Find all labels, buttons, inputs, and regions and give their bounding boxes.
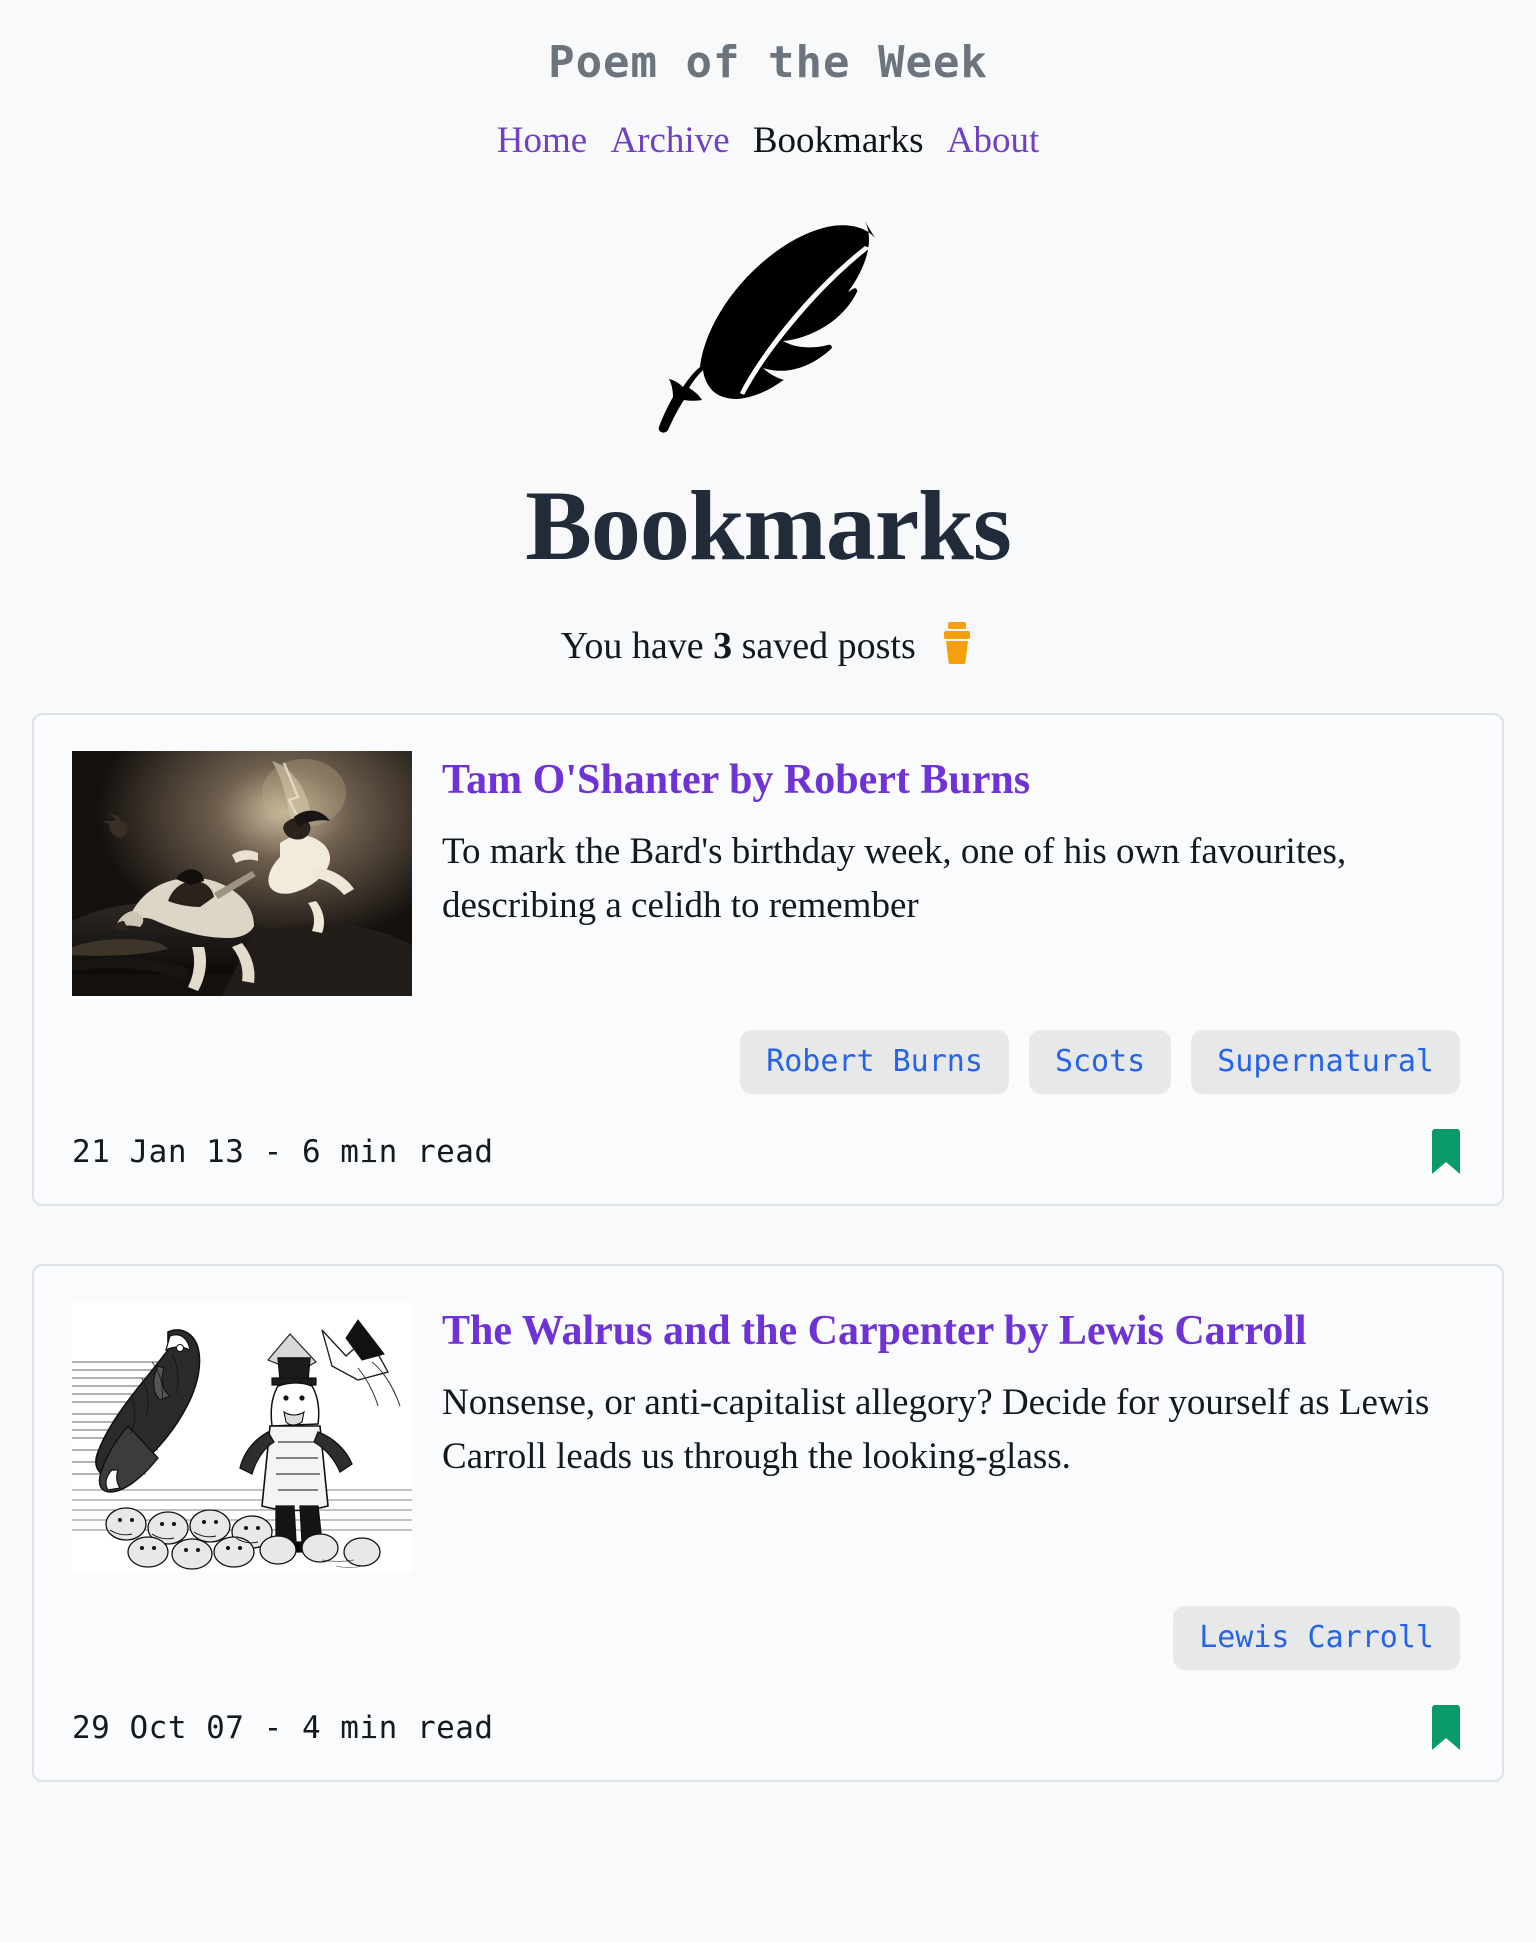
main-navigation: Home Archive Bookmarks About bbox=[0, 119, 1536, 163]
post-meta: 29 Oct 07 - 4 min read bbox=[72, 1709, 494, 1746]
bookmark-toggle-button[interactable] bbox=[1428, 1704, 1464, 1752]
tag-list: Robert Burns Scots Supernatural bbox=[72, 1029, 1464, 1094]
site-title: Poem of the Week bbox=[548, 37, 988, 88]
bookmark-list: Tam O'Shanter by Robert Burns To mark th… bbox=[0, 712, 1536, 1782]
tag-chip[interactable]: Supernatural bbox=[1191, 1029, 1460, 1094]
bookmark-card[interactable]: The Walrus and the Carpenter by Lewis Ca… bbox=[32, 1263, 1504, 1782]
post-meta: 21 Jan 13 - 6 min read bbox=[72, 1133, 494, 1170]
card-text: The Walrus and the Carpenter by Lewis Ca… bbox=[442, 1302, 1464, 1521]
nav-item-archive[interactable]: Archive bbox=[610, 120, 729, 161]
card-body: Tam O'Shanter by Robert Burns To mark th… bbox=[72, 750, 1464, 996]
saved-count-number: 3 bbox=[713, 624, 733, 667]
post-title-link[interactable]: The Walrus and the Carpenter by Lewis Ca… bbox=[442, 1306, 1464, 1356]
tag-chip[interactable]: Robert Burns bbox=[740, 1029, 1009, 1094]
nav-item-about[interactable]: About bbox=[947, 120, 1040, 161]
bookmark-filled-icon bbox=[1432, 1128, 1460, 1174]
nav-item-home[interactable]: Home bbox=[497, 120, 587, 161]
bookmarks-page: Poem of the Week Home Archive Bookmarks … bbox=[0, 0, 1536, 1942]
tag-chip[interactable]: Scots bbox=[1028, 1029, 1172, 1094]
page-title: Bookmarks bbox=[525, 469, 1012, 581]
saved-count-prefix: You have bbox=[560, 624, 704, 667]
bookmark-card[interactable]: Tam O'Shanter by Robert Burns To mark th… bbox=[32, 712, 1504, 1206]
trash-icon bbox=[944, 621, 971, 665]
bookmark-toggle-button[interactable] bbox=[1428, 1128, 1464, 1176]
card-footer: 29 Oct 07 - 4 min read bbox=[72, 1704, 1464, 1752]
site-logo bbox=[0, 216, 1536, 456]
post-title-link[interactable]: Tam O'Shanter by Robert Burns bbox=[442, 755, 1464, 805]
card-text: Tam O'Shanter by Robert Burns To mark th… bbox=[442, 751, 1464, 970]
tam-oshanter-illustration bbox=[72, 750, 412, 996]
saved-count-line: You have 3 saved posts bbox=[0, 621, 1536, 671]
card-body: The Walrus and the Carpenter by Lewis Ca… bbox=[72, 1301, 1464, 1572]
nav-item-bookmarks[interactable]: Bookmarks bbox=[753, 120, 924, 161]
tag-chip[interactable]: Lewis Carroll bbox=[1173, 1605, 1460, 1670]
card-footer: 21 Jan 13 - 6 min read bbox=[72, 1128, 1464, 1176]
bookmark-filled-icon bbox=[1432, 1704, 1460, 1750]
tag-list: Lewis Carroll bbox=[72, 1605, 1464, 1670]
site-header: Poem of the Week Home Archive Bookmarks … bbox=[0, 0, 1536, 164]
post-thumbnail bbox=[72, 1301, 412, 1572]
walrus-carpenter-illustration bbox=[72, 1301, 412, 1572]
feather-icon bbox=[658, 217, 875, 433]
post-excerpt: To mark the Bard's birthday week, one of… bbox=[442, 831, 1347, 926]
clear-bookmarks-button[interactable] bbox=[939, 621, 975, 667]
post-excerpt: Nonsense, or anti-capitalist allegory? D… bbox=[442, 1382, 1430, 1477]
saved-count-suffix: saved posts bbox=[741, 624, 916, 667]
post-thumbnail bbox=[72, 750, 412, 996]
